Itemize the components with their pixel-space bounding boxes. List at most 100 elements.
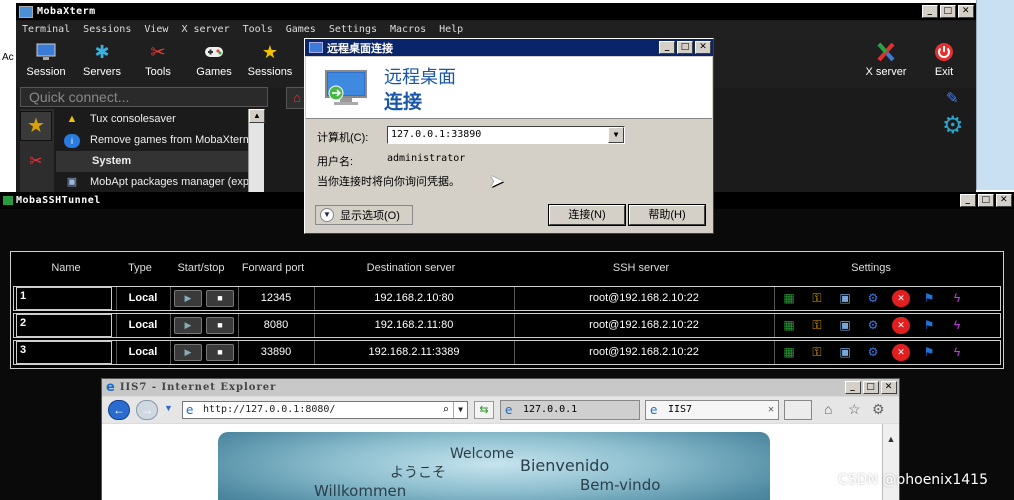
gears-icon[interactable]: ⚙	[864, 290, 882, 307]
network-icon[interactable]: ▦	[780, 344, 798, 361]
screen-icon[interactable]: ▣	[836, 317, 854, 334]
back-button[interactable]: ←	[108, 400, 130, 420]
quick-connect-input[interactable]: Quick connect...	[20, 87, 268, 107]
connect-button[interactable]: 连接(N)	[548, 204, 626, 226]
maximize-button[interactable]: □	[978, 194, 994, 207]
gamepad-icon	[203, 42, 225, 62]
lightning-icon[interactable]: ϟ	[948, 317, 966, 334]
welcome-text: Welcome	[450, 446, 515, 462]
stop-button[interactable]: ■	[206, 290, 234, 307]
help-button[interactable]: 帮助(H)	[628, 204, 706, 226]
start-button[interactable]: ▶	[174, 290, 202, 307]
rdp-title-bar[interactable]: 远程桌面连接 _ □ ✕	[305, 39, 713, 56]
minimize-button[interactable]: _	[659, 41, 675, 54]
minimize-button[interactable]: _	[922, 5, 938, 18]
menu-settings[interactable]: Settings	[329, 24, 377, 35]
home-icon[interactable]: ⌂	[824, 401, 832, 417]
lightning-icon[interactable]: ϟ	[948, 290, 966, 307]
chevron-down-icon[interactable]: ▼	[608, 127, 624, 143]
play-icon: ▶	[184, 347, 192, 357]
network-icon[interactable]: ▦	[780, 290, 798, 307]
scroll-up-arrow-icon[interactable]: ▲	[883, 434, 899, 450]
ssh-server: root@192.168.2.10:22	[589, 346, 699, 358]
runner-icon[interactable]: ⚑	[920, 317, 938, 334]
screen-icon[interactable]: ▣	[836, 290, 854, 307]
start-button[interactable]: ▶	[174, 344, 202, 361]
side-tools-icon[interactable]: ✂	[20, 147, 52, 183]
minimize-button[interactable]: _	[845, 381, 861, 394]
screen-icon[interactable]: ▣	[836, 344, 854, 361]
delete-icon[interactable]: ✕	[892, 317, 910, 334]
menu-sessions[interactable]: Sessions	[83, 24, 131, 35]
delete-icon[interactable]: ✕	[892, 290, 910, 307]
mobaxterm-title-bar[interactable]: MobaXterm _ □ ✕	[16, 3, 976, 20]
address-bar-input[interactable]: e http://127.0.0.1:8080/ ⌕ ▼	[182, 401, 468, 419]
forward-button[interactable]: →	[136, 400, 158, 420]
list-item[interactable]: ▣ MobApt packages manager (expe	[56, 172, 264, 193]
key-icon[interactable]: ⚿	[808, 317, 826, 334]
list-item[interactable]: i Remove games from MobaXterm	[56, 130, 264, 151]
menu-macros[interactable]: Macros	[390, 24, 426, 35]
menu-help[interactable]: Help	[439, 24, 463, 35]
paperclip-icon[interactable]: ✎	[946, 89, 959, 107]
close-icon[interactable]: ✕	[768, 401, 774, 419]
close-button[interactable]: ✕	[695, 41, 711, 54]
search-icon[interactable]: ⌕	[442, 402, 449, 418]
favorites-star-icon[interactable]: ☆	[848, 401, 861, 418]
close-button[interactable]: ✕	[958, 5, 974, 18]
start-button[interactable]: ▶	[174, 317, 202, 334]
maximize-button[interactable]: □	[863, 381, 879, 394]
ie-title-bar[interactable]: e IIS7 - Internet Explorer _ □ ✕	[102, 379, 899, 396]
gears-icon[interactable]: ⚙	[864, 317, 882, 334]
maximize-button[interactable]: □	[677, 41, 693, 54]
tab-127-0-0-1[interactable]: e 127.0.0.1	[500, 400, 640, 420]
new-tab-button[interactable]	[784, 400, 812, 420]
side-star-icon[interactable]: ★	[20, 111, 52, 141]
mobaxterm-app-icon	[19, 5, 33, 18]
menu-view[interactable]: View	[144, 24, 168, 35]
runner-icon[interactable]: ⚑	[920, 344, 938, 361]
list-item[interactable]: ▲ Tux consolesaver	[56, 109, 264, 130]
show-options-button[interactable]: ▼ 显示选项(O)	[315, 205, 413, 225]
key-icon[interactable]: ⚿	[808, 344, 826, 361]
tools-button[interactable]: ✂ Tools	[130, 42, 186, 78]
chevron-down-icon[interactable]: ▼	[453, 402, 467, 418]
tab-iis7[interactable]: e IIS7 ✕	[645, 400, 779, 420]
stop-button[interactable]: ■	[206, 344, 234, 361]
gears-icon[interactable]: ⚙	[864, 344, 882, 361]
menu-terminal[interactable]: Terminal	[22, 24, 70, 35]
tunnel-name-field[interactable]: 1	[16, 287, 112, 310]
refresh-button[interactable]: ⇆	[474, 401, 494, 419]
gear-icon[interactable]: ⚙	[872, 401, 885, 418]
ie-scrollbar[interactable]: ▲	[882, 424, 899, 500]
maximize-button[interactable]: □	[940, 5, 956, 18]
key-icon[interactable]: ⚿	[808, 290, 826, 307]
scroll-up-arrow-icon[interactable]: ▲	[249, 109, 265, 123]
minimize-button[interactable]: _	[960, 194, 976, 207]
tunnel-name-field[interactable]: 3	[16, 341, 112, 364]
computer-combobox[interactable]: 127.0.0.1:33890 ▼	[387, 126, 625, 144]
tunnel-name-field[interactable]: 2	[16, 314, 112, 337]
network-icon[interactable]: ▦	[780, 317, 798, 334]
exit-button[interactable]: Exit	[916, 42, 972, 78]
history-dropdown-icon[interactable]: ▼	[164, 403, 173, 413]
tools-scrollbar[interactable]: ▲	[248, 109, 265, 193]
rdp-banner: 远程桌面 连接	[306, 57, 712, 119]
menu-games[interactable]: Games	[286, 24, 316, 35]
stop-button[interactable]: ■	[206, 317, 234, 334]
xserver-button[interactable]: X server	[858, 42, 914, 78]
close-button[interactable]: ✕	[881, 381, 897, 394]
menu-tools[interactable]: Tools	[243, 24, 273, 35]
delete-icon[interactable]: ✕	[892, 344, 910, 361]
remote-desktop-dialog: 远程桌面连接 _ □ ✕ 远程桌面 连接 计算机(C): 127.0.0.1:3…	[304, 38, 714, 234]
session-button[interactable]: Session	[18, 42, 74, 78]
gear-icon[interactable]: ⚙	[942, 111, 964, 140]
menu-xserver[interactable]: X server	[181, 24, 229, 35]
close-button[interactable]: ✕	[996, 194, 1012, 207]
lightning-icon[interactable]: ϟ	[948, 344, 966, 361]
sessions-button[interactable]: ★ Sessions	[242, 42, 298, 78]
servers-button[interactable]: ✱ Servers	[74, 42, 130, 78]
games-button[interactable]: Games	[186, 42, 242, 78]
show-options-label: 显示选项(O)	[340, 210, 400, 222]
runner-icon[interactable]: ⚑	[920, 290, 938, 307]
